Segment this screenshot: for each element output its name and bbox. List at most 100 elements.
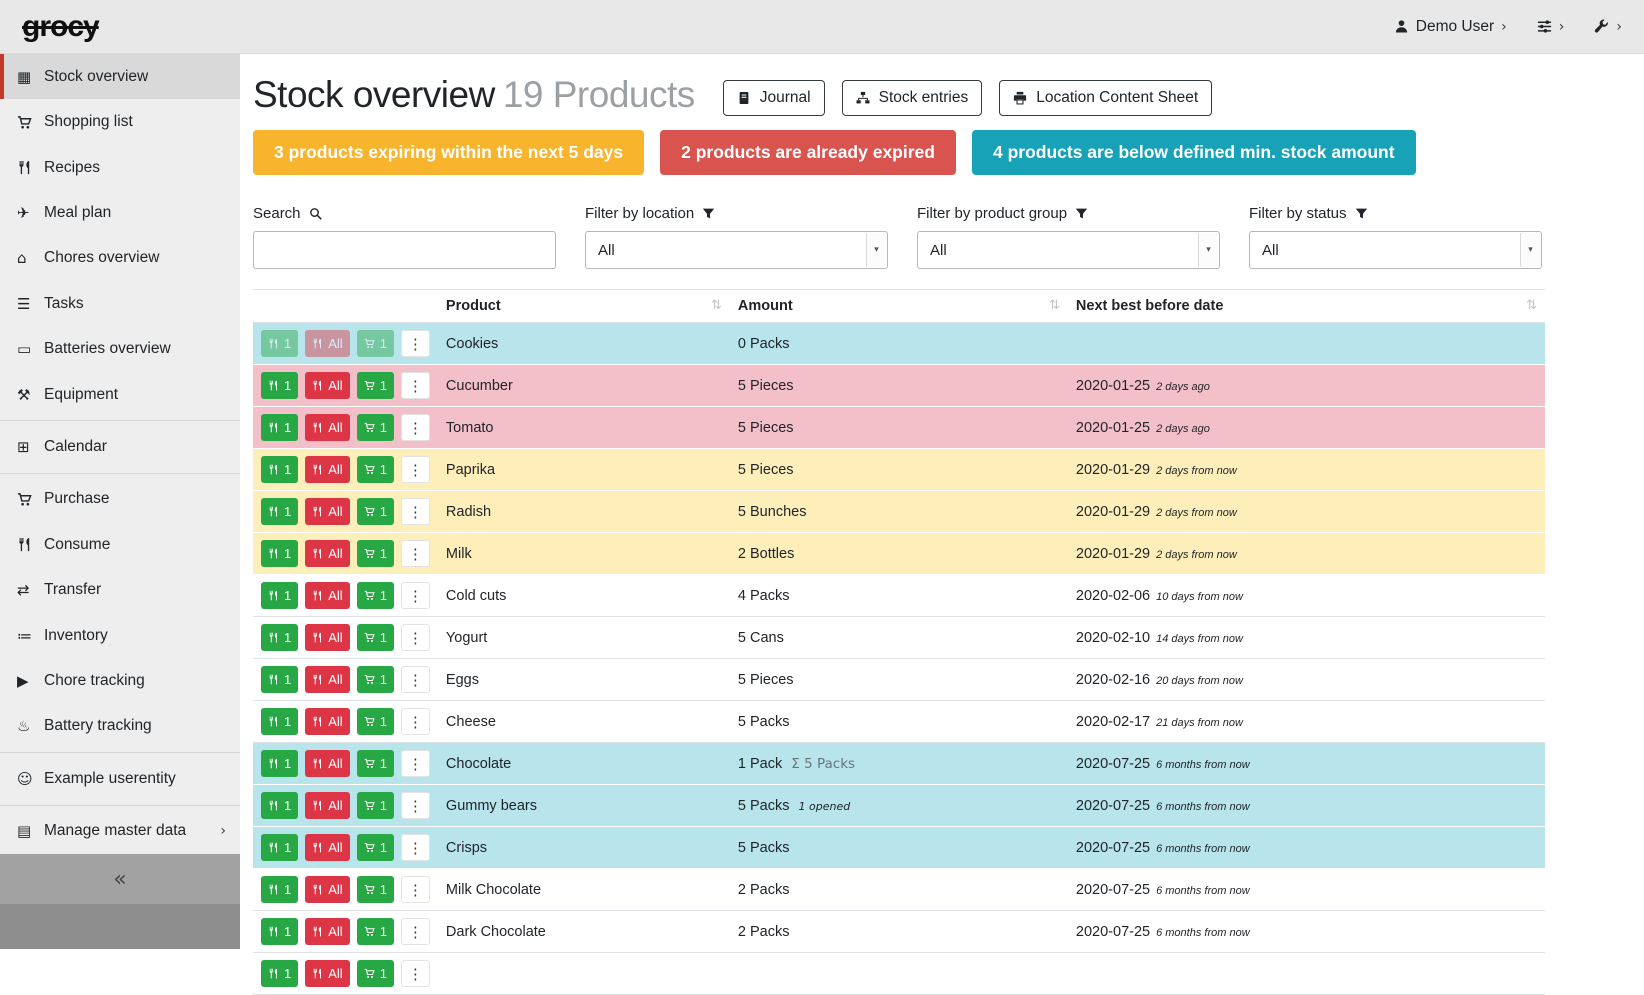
location-filter-select[interactable]: All ▾ [585, 231, 888, 269]
consume-one-button[interactable]: 1 [261, 414, 298, 441]
row-menu-button[interactable]: ⋮ [401, 540, 430, 567]
add-to-shopping-list-button[interactable]: 1 [357, 834, 394, 861]
row-menu-button[interactable]: ⋮ [401, 498, 430, 525]
sidebar-item-tasks[interactable]: ☰ Tasks [0, 281, 240, 326]
product-name[interactable]: Dark Chocolate [446, 924, 546, 940]
product-name[interactable]: Cookies [446, 336, 498, 352]
product-name[interactable]: Cheese [446, 714, 496, 730]
consume-one-button[interactable]: 1 [261, 918, 298, 945]
sidebar-item-inventory[interactable]: ≔ Inventory [0, 613, 240, 658]
add-to-shopping-list-button[interactable]: 1 [357, 960, 394, 987]
consume-all-button[interactable]: All [305, 876, 349, 903]
row-menu-button[interactable]: ⋮ [401, 960, 430, 987]
consume-one-button[interactable]: 1 [261, 876, 298, 903]
sidebar-item-calendar[interactable]: ⊞ Calendar [0, 424, 240, 469]
add-to-shopping-list-button[interactable]: 1 [357, 876, 394, 903]
sidebar-item-equipment[interactable]: ⚒ Equipment [0, 372, 240, 417]
search-input[interactable] [253, 231, 556, 269]
add-to-shopping-list-button[interactable]: 1 [357, 708, 394, 735]
product-name[interactable]: Milk [446, 546, 472, 562]
consume-one-button[interactable]: 1 [261, 372, 298, 399]
user-menu[interactable]: Demo User › [1394, 18, 1507, 36]
row-menu-button[interactable]: ⋮ [401, 456, 430, 483]
sidebar-item-transfer[interactable]: ⇄ Transfer [0, 567, 240, 612]
add-to-shopping-list-button[interactable]: 1 [357, 498, 394, 525]
sidebar-item-stock-overview[interactable]: ▦ Stock overview [0, 54, 240, 99]
amount-column-header[interactable]: Amount⇅ [730, 290, 1068, 323]
consume-one-button[interactable]: 1 [261, 750, 298, 777]
row-menu-button[interactable]: ⋮ [401, 414, 430, 441]
consume-one-button[interactable]: 1 [261, 960, 298, 987]
sidebar-item-consume[interactable]: Consume [0, 522, 240, 567]
add-to-shopping-list-button[interactable]: 1 [357, 582, 394, 609]
add-to-shopping-list-button[interactable]: 1 [357, 624, 394, 651]
sort-icon[interactable]: ⇅ [711, 298, 722, 313]
sidebar-collapse-button[interactable]: « [0, 854, 240, 904]
product-group-filter-select[interactable]: All ▾ [917, 231, 1220, 269]
consume-one-button[interactable]: 1 [261, 582, 298, 609]
sidebar-item-chores-overview[interactable]: ⌂ Chores overview [0, 236, 240, 281]
add-to-shopping-list-button[interactable]: 1 [357, 456, 394, 483]
sort-icon[interactable]: ⇅ [1049, 298, 1060, 313]
row-menu-button[interactable]: ⋮ [401, 792, 430, 819]
product-name[interactable]: Tomato [446, 420, 494, 436]
sidebar-item-purchase[interactable]: Purchase [0, 477, 240, 522]
consume-all-button[interactable]: All [305, 918, 349, 945]
journal-button[interactable]: Journal [723, 80, 825, 116]
product-name[interactable]: Cucumber [446, 378, 513, 394]
consume-all-button[interactable]: All [305, 750, 349, 777]
sidebar-item-example-userentity[interactable]: ☺ Example userentity [0, 756, 240, 801]
add-to-shopping-list-button[interactable]: 1 [357, 414, 394, 441]
consume-all-button[interactable]: All [305, 834, 349, 861]
consume-one-button[interactable]: 1 [261, 666, 298, 693]
consume-one-button[interactable]: 1 [261, 498, 298, 525]
consume-one-button[interactable]: 1 [261, 456, 298, 483]
consume-one-button[interactable]: 1 [261, 624, 298, 651]
consume-all-button[interactable]: All [305, 330, 349, 357]
consume-all-button[interactable]: All [305, 624, 349, 651]
location-content-sheet-button[interactable]: Location Content Sheet [999, 80, 1212, 116]
consume-all-button[interactable]: All [305, 540, 349, 567]
product-name[interactable]: Chocolate [446, 756, 511, 772]
consume-all-button[interactable]: All [305, 666, 349, 693]
consume-all-button[interactable]: All [305, 582, 349, 609]
sidebar-item-manage-master-data[interactable]: ▤ Manage master data › [0, 809, 240, 854]
consume-one-button[interactable]: 1 [261, 834, 298, 861]
add-to-shopping-list-button[interactable]: 1 [357, 918, 394, 945]
add-to-shopping-list-button[interactable]: 1 [357, 330, 394, 357]
settings-menu[interactable]: › [1537, 19, 1565, 35]
sidebar-item-batteries-overview[interactable]: ▭ Batteries overview [0, 326, 240, 371]
sidebar-item-meal-plan[interactable]: ✈ Meal plan [0, 190, 240, 235]
product-name[interactable]: Crisps [446, 840, 487, 856]
consume-one-button[interactable]: 1 [261, 792, 298, 819]
sidebar-item-recipes[interactable]: Recipes [0, 145, 240, 190]
row-menu-button[interactable]: ⋮ [401, 750, 430, 777]
consume-all-button[interactable]: All [305, 708, 349, 735]
alert-expired[interactable]: 2 products are already expired [660, 130, 956, 175]
product-name[interactable]: Cold cuts [446, 588, 506, 604]
sidebar-item-chore-tracking[interactable]: ▶ Chore tracking [0, 658, 240, 703]
add-to-shopping-list-button[interactable]: 1 [357, 750, 394, 777]
status-filter-select[interactable]: All ▾ [1249, 231, 1542, 269]
grocy-logo[interactable]: grocy [22, 10, 99, 44]
product-name[interactable]: Yogurt [446, 630, 487, 646]
add-to-shopping-list-button[interactable]: 1 [357, 372, 394, 399]
consume-all-button[interactable]: All [305, 456, 349, 483]
consume-all-button[interactable]: All [305, 960, 349, 987]
product-column-header[interactable]: Product⇅ [438, 290, 730, 323]
product-name[interactable]: Milk Chocolate [446, 882, 541, 898]
consume-one-button[interactable]: 1 [261, 330, 298, 357]
sort-icon[interactable]: ⇅ [1526, 298, 1537, 313]
add-to-shopping-list-button[interactable]: 1 [357, 540, 394, 567]
consume-all-button[interactable]: All [305, 498, 349, 525]
product-name[interactable]: Gummy bears [446, 798, 537, 814]
consume-all-button[interactable]: All [305, 414, 349, 441]
row-menu-button[interactable]: ⋮ [401, 834, 430, 861]
row-menu-button[interactable]: ⋮ [401, 624, 430, 651]
row-menu-button[interactable]: ⋮ [401, 918, 430, 945]
alert-below-min-stock[interactable]: 4 products are below defined min. stock … [972, 130, 1416, 175]
sidebar-item-shopping-list[interactable]: Shopping list [0, 99, 240, 144]
row-menu-button[interactable]: ⋮ [401, 372, 430, 399]
consume-one-button[interactable]: 1 [261, 540, 298, 567]
consume-one-button[interactable]: 1 [261, 708, 298, 735]
